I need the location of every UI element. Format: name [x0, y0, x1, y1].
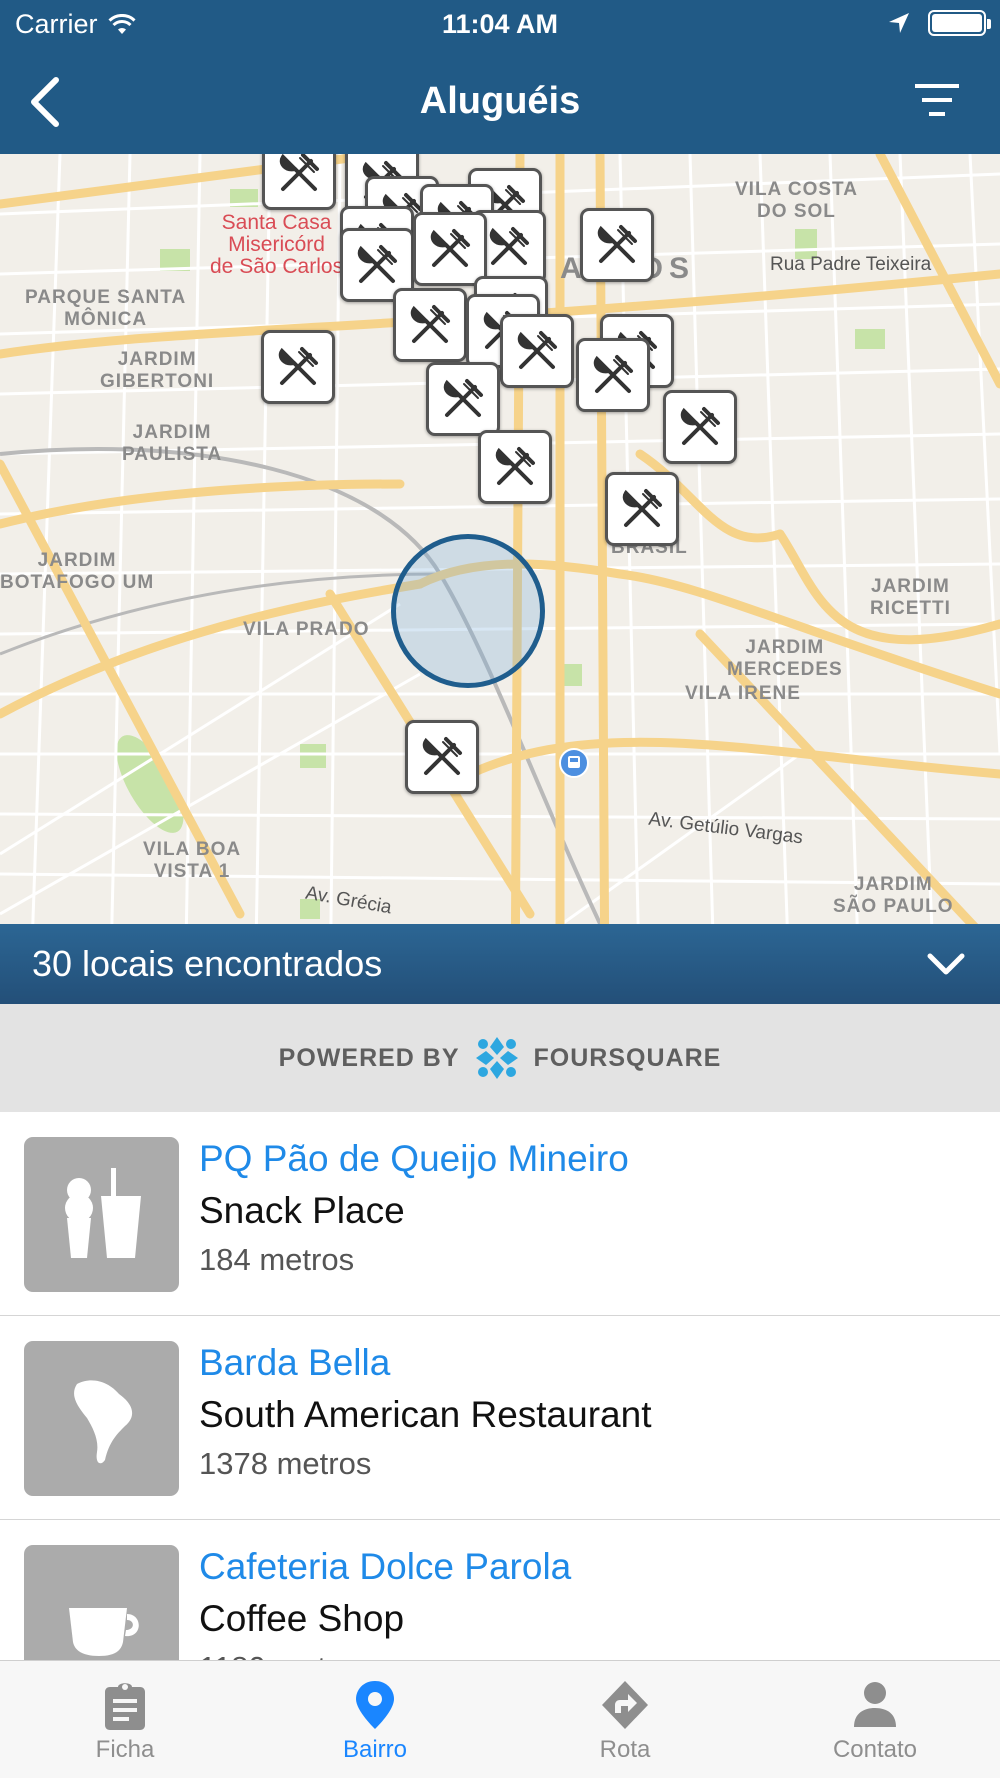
map-label-jardim-gibertoni: JARDIM GIBERTONI — [100, 349, 215, 392]
map-pin[interactable] — [500, 314, 574, 388]
map-pin[interactable] — [426, 362, 500, 436]
map-pin[interactable] — [576, 338, 650, 412]
fork-knife-icon — [593, 355, 633, 393]
fork-knife-icon — [278, 347, 318, 385]
top-bar: Carrier 11:04 AM Aluguéis — [0, 0, 1000, 154]
bus-stop-icon — [559, 748, 589, 778]
tab-bairro[interactable]: Bairro — [250, 1661, 500, 1778]
map-label-jardim-ricetti: JARDIM RICETTI — [870, 576, 951, 619]
results-count: 30 locais encontrados — [32, 943, 383, 984]
results-toggle-bar[interactable]: 30 locais encontrados — [0, 924, 1000, 1004]
page-title: Aluguéis — [419, 80, 581, 122]
map-label-jardim-paulista: JARDIM PAULISTA — [122, 422, 223, 465]
fork-knife-icon — [495, 447, 535, 485]
nav-bar: Aluguéis — [0, 50, 1000, 154]
venue-distance: 184 metros — [199, 1242, 355, 1277]
venue-distance: 1180 metros — [199, 1650, 369, 1660]
map-label-vila-irene: VILA IRENE — [685, 683, 801, 704]
tab-rota[interactable]: Rota — [500, 1661, 750, 1778]
foursquare-logo-icon — [475, 1037, 518, 1079]
venue-thumbnail — [24, 1137, 179, 1292]
clipboard-icon — [105, 1683, 145, 1730]
snack-icon — [64, 1167, 141, 1258]
venue-distance: 1378 metros — [199, 1446, 372, 1481]
map-label-jardim-mercedes: JARDIM MERCEDES — [727, 637, 843, 680]
list-item[interactable]: Barda Bella South American Restaurant 13… — [0, 1316, 1000, 1520]
map-pin[interactable] — [393, 288, 467, 362]
powered-by-label: POWERED BY — [278, 1043, 460, 1072]
tab-label: Bairro — [342, 1736, 408, 1763]
filter-icon — [915, 84, 959, 116]
powered-by-banner: POWERED BY FOURSQUARE — [0, 1004, 1000, 1112]
person-icon — [854, 1682, 896, 1727]
venue-list[interactable]: PQ Pão de Queijo Mineiro Snack Place 184… — [0, 1112, 1000, 1660]
location-arrow-icon — [889, 13, 909, 33]
tab-bar: Ficha Bairro Rota Contato — [0, 1660, 1000, 1778]
map-pin[interactable] — [663, 390, 737, 464]
tab-ficha[interactable]: Ficha — [0, 1661, 250, 1778]
venue-thumbnail — [24, 1545, 179, 1660]
venue-thumbnail — [24, 1341, 179, 1496]
venue-category: Snack Place — [199, 1190, 405, 1231]
battery-icon — [928, 10, 991, 36]
map-label-vila-boa-vista: VILA BOA VISTA 1 — [143, 839, 242, 882]
map-label-santa-casa: Santa Casa Misericórd de São Carlos — [210, 211, 344, 278]
route-arrow-icon — [602, 1681, 648, 1729]
map-label-rua-padre-teixeira: Rua Padre Teixeira — [770, 254, 932, 275]
venue-name[interactable]: Barda Bella — [199, 1342, 390, 1384]
venue-category: Coffee Shop — [199, 1598, 405, 1639]
map-pin[interactable] — [262, 154, 336, 210]
filter-button[interactable] — [912, 78, 962, 124]
fork-knife-icon — [443, 379, 483, 417]
user-location-radius — [391, 534, 545, 688]
map-pin[interactable] — [261, 330, 335, 404]
map-label-parque-santa-monica: PARQUE SANTA MÔNICA — [25, 287, 187, 330]
tab-label: Contato — [832, 1736, 918, 1763]
status-bar: Carrier 11:04 AM — [0, 0, 1000, 50]
venue-category: South American Restaurant — [199, 1394, 652, 1435]
fork-knife-icon — [410, 305, 450, 343]
map-pin[interactable] — [605, 472, 679, 546]
venue-name[interactable]: PQ Pão de Queijo Mineiro — [199, 1138, 629, 1180]
map-view[interactable]: VILA COSTA DO SOL Santa Casa Misericórd … — [0, 154, 1000, 1004]
tab-label: Rota — [599, 1736, 651, 1763]
map-pin[interactable] — [580, 208, 654, 282]
tab-label: Ficha — [95, 1736, 155, 1763]
venue-name[interactable]: Cafeteria Dolce Parola — [199, 1546, 571, 1588]
south-america-icon — [73, 1379, 132, 1463]
coffee-cup-icon — [61, 1607, 139, 1660]
fork-knife-icon — [597, 225, 637, 263]
status-right — [888, 10, 991, 36]
list-item[interactable]: PQ Pão de Queijo Mineiro Snack Place 184… — [0, 1112, 1000, 1316]
location-pin-icon — [356, 1681, 394, 1729]
foursquare-brand: FOURSQUARE — [533, 1043, 722, 1072]
tab-contato[interactable]: Contato — [750, 1661, 1000, 1778]
fork-knife-icon — [357, 245, 397, 283]
list-item[interactable]: Cafeteria Dolce Parola Coffee Shop 1180 … — [0, 1520, 1000, 1660]
map-pin[interactable] — [478, 430, 552, 504]
fork-knife-icon — [517, 331, 557, 369]
fork-knife-icon — [430, 229, 470, 267]
map-pin[interactable] — [413, 212, 487, 286]
map-label-jardim-sao-paulo: JARDIM SÃO PAULO — [833, 874, 954, 917]
fork-knife-icon — [422, 737, 462, 775]
map-pin[interactable] — [405, 720, 479, 794]
fork-knife-icon — [489, 227, 529, 265]
map-label-vila-costa-do-sol: VILA COSTA DO SOL — [735, 179, 858, 222]
fork-knife-icon — [279, 154, 319, 191]
map-label-vila-prado: VILA PRADO — [243, 619, 370, 640]
map-label-jardim-botafogo: JARDIM BOTAFOGO UM — [0, 550, 155, 593]
status-time: 11:04 AM — [441, 9, 559, 39]
fork-knife-icon — [622, 489, 662, 527]
chevron-down-icon — [927, 953, 965, 975]
fork-knife-icon — [680, 407, 720, 445]
